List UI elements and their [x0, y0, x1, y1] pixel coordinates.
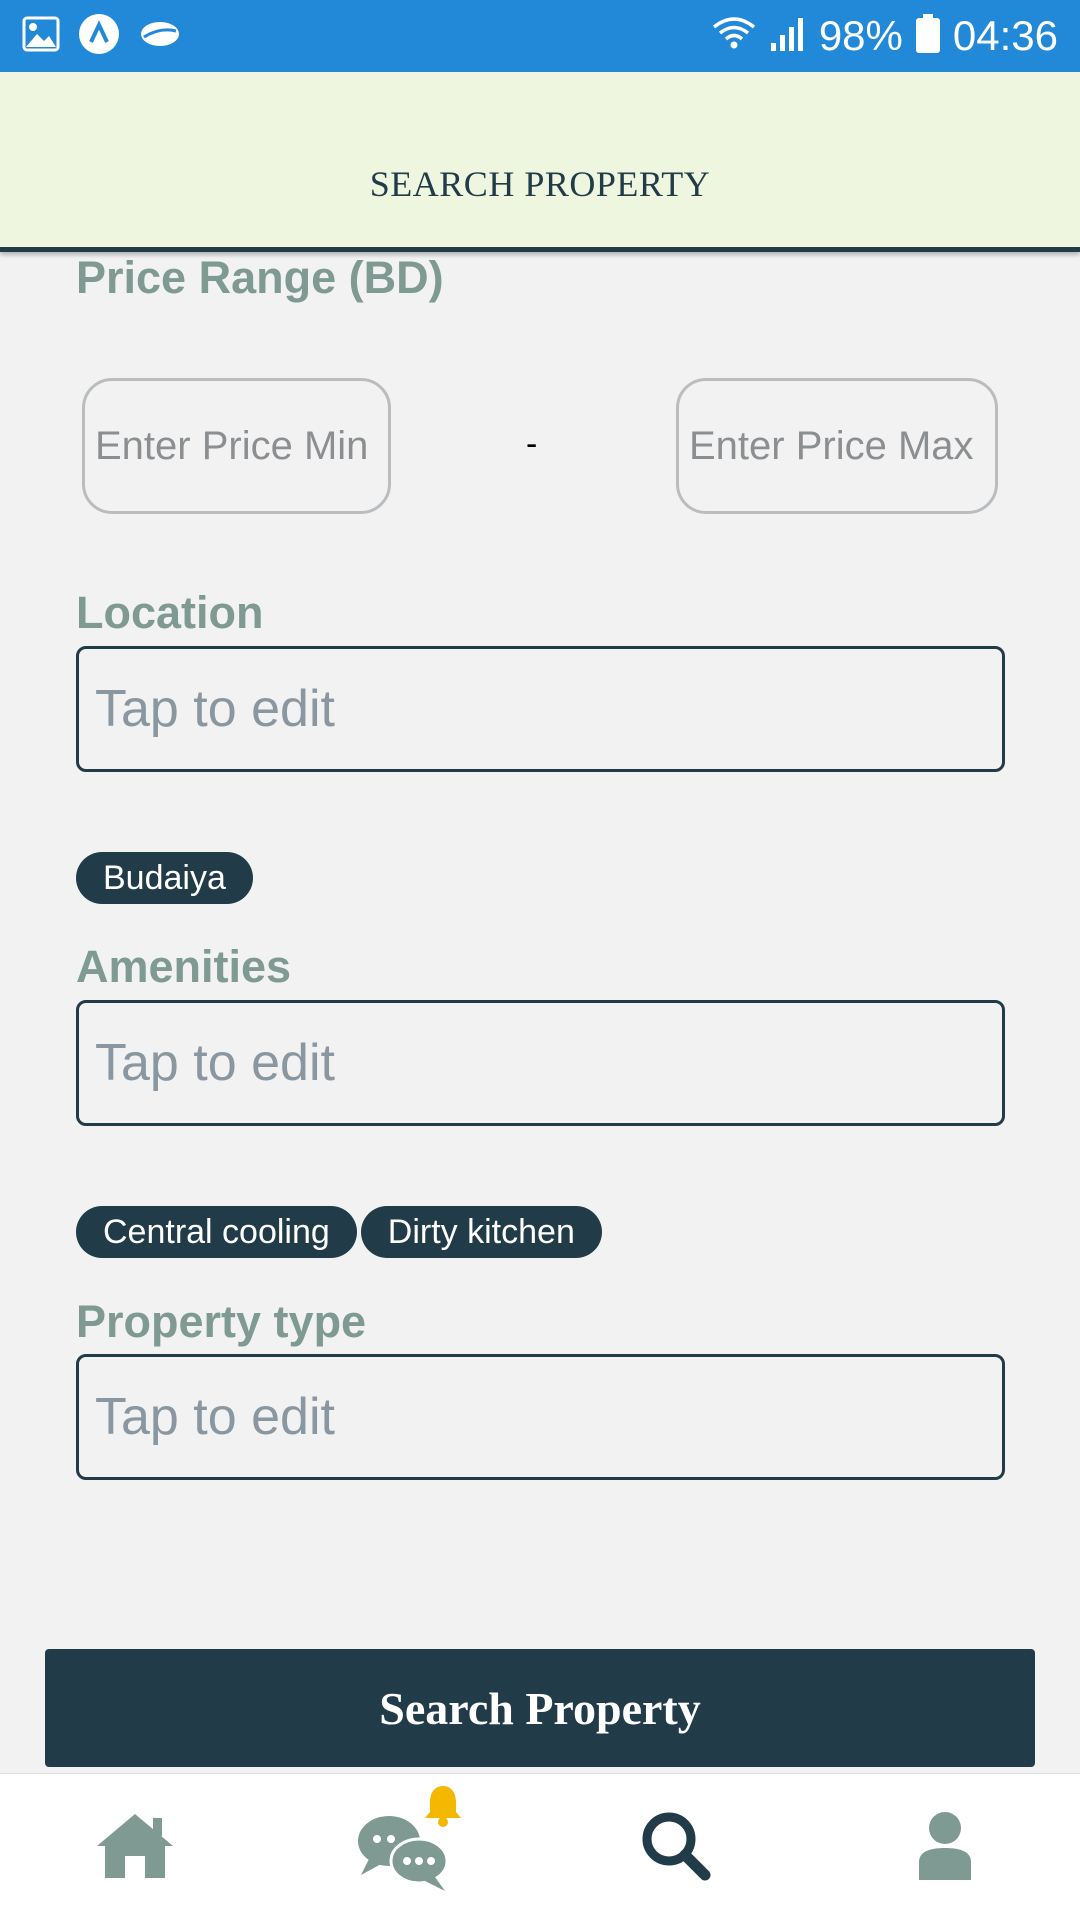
search-property-button[interactable]: Search Property: [45, 1649, 1035, 1767]
status-bar: 98% 04:36: [0, 0, 1080, 72]
nav-item-home[interactable]: [0, 1774, 270, 1920]
wifi-icon: [711, 15, 757, 58]
nav-item-chat[interactable]: [270, 1774, 540, 1920]
property-type-input[interactable]: [76, 1354, 1005, 1480]
app-notification-icon: [78, 13, 120, 60]
price-max-input[interactable]: [676, 378, 998, 514]
planet-notification-icon: [138, 17, 182, 56]
amenities-label: Amenities: [76, 941, 292, 992]
amenity-chip[interactable]: Dirty kitchen: [360, 1206, 602, 1258]
search-icon: [639, 1809, 711, 1886]
location-chips: Budaiya: [76, 852, 257, 904]
home-icon: [93, 1810, 177, 1885]
location-input[interactable]: [76, 646, 1005, 772]
amenity-chip[interactable]: Central cooling: [76, 1206, 357, 1258]
amenities-input[interactable]: [76, 1000, 1005, 1126]
location-chip[interactable]: Budaiya: [76, 852, 253, 904]
status-bar-right: 98% 04:36: [699, 12, 1058, 60]
signal-icon: [769, 15, 807, 58]
status-bar-left: [22, 13, 200, 60]
app-header: SEARCH PROPERTY: [0, 72, 1080, 252]
bell-icon: [420, 1782, 466, 1833]
nav-item-profile[interactable]: [810, 1774, 1080, 1920]
bottom-nav: [0, 1773, 1080, 1920]
battery-icon: [915, 13, 941, 59]
gallery-notification-icon: [22, 16, 60, 57]
price-min-input[interactable]: [82, 378, 391, 514]
page-title: SEARCH PROPERTY: [369, 164, 711, 204]
price-range-label: Price Range (BD): [76, 252, 444, 303]
amenities-chips: Central cooling Dirty kitchen: [76, 1206, 606, 1258]
nav-item-search[interactable]: [540, 1774, 810, 1920]
battery-percent: 98%: [818, 12, 903, 59]
profile-icon: [915, 1810, 975, 1885]
location-label: Location: [76, 587, 264, 638]
clock: 04:36: [952, 12, 1058, 59]
property-type-label: Property type: [76, 1296, 367, 1347]
price-separator: -: [526, 425, 538, 463]
